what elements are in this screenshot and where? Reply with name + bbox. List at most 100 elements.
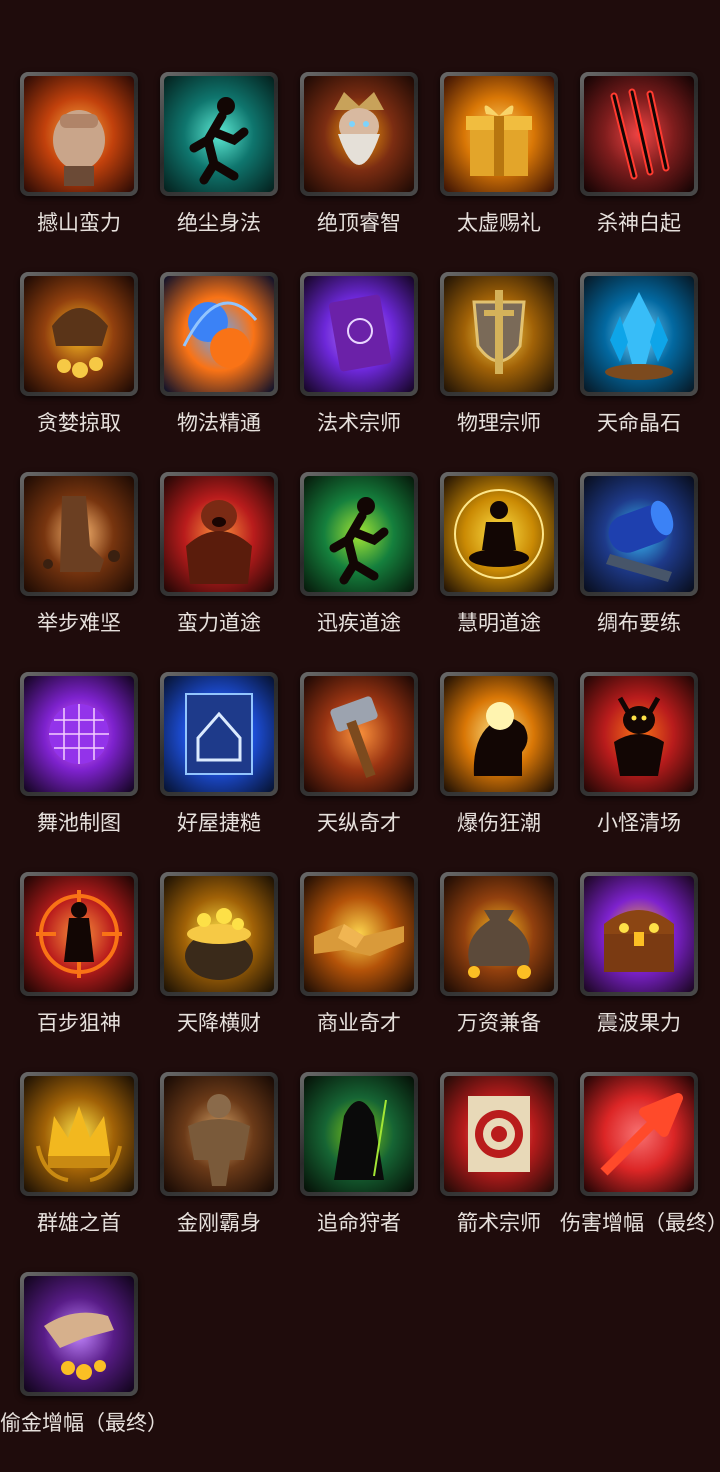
skill-label: 商业奇才 [317,1011,401,1035]
sprinter-icon [304,476,414,592]
skill-label: 绝尘身法 [177,211,261,235]
skill-card[interactable]: 万资兼备 [420,872,560,1072]
skill-label: 舞池制图 [37,811,121,835]
skill-icon-frame[interactable] [580,1072,698,1196]
meditating-figure-icon [444,476,554,592]
skill-card[interactable]: 小怪清场 [560,672,700,872]
skill-icon-frame[interactable] [440,472,558,596]
skill-icon-frame[interactable] [20,472,138,596]
stealing-hand-icon [24,1276,134,1392]
pot-of-gold-icon [164,876,274,992]
red-arrow-icon [584,1076,694,1192]
skill-label: 金刚霸身 [177,1211,261,1235]
skill-label: 迅疾道途 [317,611,401,635]
skill-card[interactable]: 举步难坚 [0,472,140,672]
skill-icon-frame[interactable] [300,1072,418,1196]
roaring-brute-icon [164,476,274,592]
skill-card[interactable]: 杀神白起 [560,72,700,272]
skill-icon-frame[interactable] [300,72,418,196]
skill-card[interactable]: 绸布要练 [560,472,700,672]
handshake-icon [304,876,414,992]
crosshair-target-icon [24,876,134,992]
skill-icon-frame[interactable] [160,72,278,196]
skill-card[interactable]: 偷金增幅（最终） [0,1272,168,1472]
skill-icon-frame[interactable] [300,672,418,796]
skill-label: 爆伤狂潮 [457,811,541,835]
skill-label: 震波果力 [597,1011,681,1035]
stomp-foot-icon [24,476,134,592]
skill-card[interactable]: 蛮力道途 [140,472,280,672]
skill-icon-frame[interactable] [440,1072,558,1196]
skill-card[interactable]: 箭术宗师 [420,1072,560,1272]
skill-card[interactable]: 商业奇才 [280,872,420,1072]
skill-icon-frame[interactable] [580,72,698,196]
skill-label: 物理宗师 [457,411,541,435]
skill-icon-frame[interactable] [20,1272,138,1396]
skill-icon-frame[interactable] [440,672,558,796]
skill-card[interactable]: 物法精通 [140,272,280,472]
greed-claw-icon [24,276,134,392]
skill-label: 偷金增幅（最终） [0,1411,168,1435]
skill-label: 撼山蛮力 [37,211,121,235]
skill-icon-frame[interactable] [580,672,698,796]
skill-card[interactable]: 天降横财 [140,872,280,1072]
skill-card[interactable]: 太虚赐礼 [420,72,560,272]
skill-icon-frame[interactable] [580,472,698,596]
skill-card[interactable]: 慧明道途 [420,472,560,672]
skill-label: 举步难坚 [37,611,121,635]
skill-icon-frame[interactable] [160,472,278,596]
skill-icon-frame[interactable] [580,872,698,996]
treasure-chest-icon [584,876,694,992]
skill-card[interactable]: 天命晶石 [560,272,700,472]
skill-card[interactable]: 群雄之首 [0,1072,140,1272]
skill-icon-frame[interactable] [20,72,138,196]
skill-card[interactable]: 绝顶睿智 [280,72,420,272]
skill-label: 天降横财 [177,1011,261,1035]
skill-label: 法术宗师 [317,411,401,435]
skill-label: 物法精通 [177,411,261,435]
skill-icon-frame[interactable] [160,1072,278,1196]
skill-icon-frame[interactable] [20,872,138,996]
skill-icon-frame[interactable] [440,72,558,196]
skill-icon-frame[interactable] [580,272,698,396]
skill-icon-frame[interactable] [440,872,558,996]
skill-card[interactable]: 法术宗师 [280,272,420,472]
skill-card[interactable]: 伤害增幅（最终） [560,1072,720,1272]
skill-card[interactable]: 撼山蛮力 [0,72,140,272]
skill-card[interactable]: 好屋捷糙 [140,672,280,872]
skill-card[interactable]: 爆伤狂潮 [420,672,560,872]
skill-icon-frame[interactable] [160,872,278,996]
skill-card[interactable]: 物理宗师 [420,272,560,472]
money-bag-icon [444,876,554,992]
skill-label: 贪婪掠取 [37,411,121,435]
skill-icon-frame[interactable] [440,272,558,396]
skill-icon-frame[interactable] [20,272,138,396]
twin-orbs-icon [164,276,274,392]
skill-card[interactable]: 金刚霸身 [140,1072,280,1272]
skill-icon-frame[interactable] [160,672,278,796]
skill-icon-frame[interactable] [20,1072,138,1196]
cloth-roll-icon [584,476,694,592]
skill-card[interactable]: 贪婪掠取 [0,272,140,472]
skill-card[interactable]: 舞池制图 [0,672,140,872]
skill-card[interactable]: 百步狙神 [0,872,140,1072]
skill-icon-frame[interactable] [300,872,418,996]
skill-card[interactable]: 绝尘身法 [140,72,280,272]
disco-ball-icon [24,676,134,792]
skill-label: 小怪清场 [597,811,681,835]
skill-icon-frame[interactable] [300,272,418,396]
sword-shield-icon [444,276,554,392]
skill-card[interactable]: 天纵奇才 [280,672,420,872]
house-blueprint-icon [164,676,274,792]
gift-box-icon [444,76,554,192]
skill-card[interactable]: 震波果力 [560,872,700,1072]
skill-icon-frame[interactable] [300,472,418,596]
skill-label: 天命晶石 [597,411,681,435]
skill-icon-frame[interactable] [160,272,278,396]
skill-label: 箭术宗师 [457,1211,541,1235]
skill-label: 群雄之首 [37,1211,121,1235]
fist-icon [24,76,134,192]
skill-card[interactable]: 追命狩者 [280,1072,420,1272]
skill-icon-frame[interactable] [20,672,138,796]
skill-card[interactable]: 迅疾道途 [280,472,420,672]
